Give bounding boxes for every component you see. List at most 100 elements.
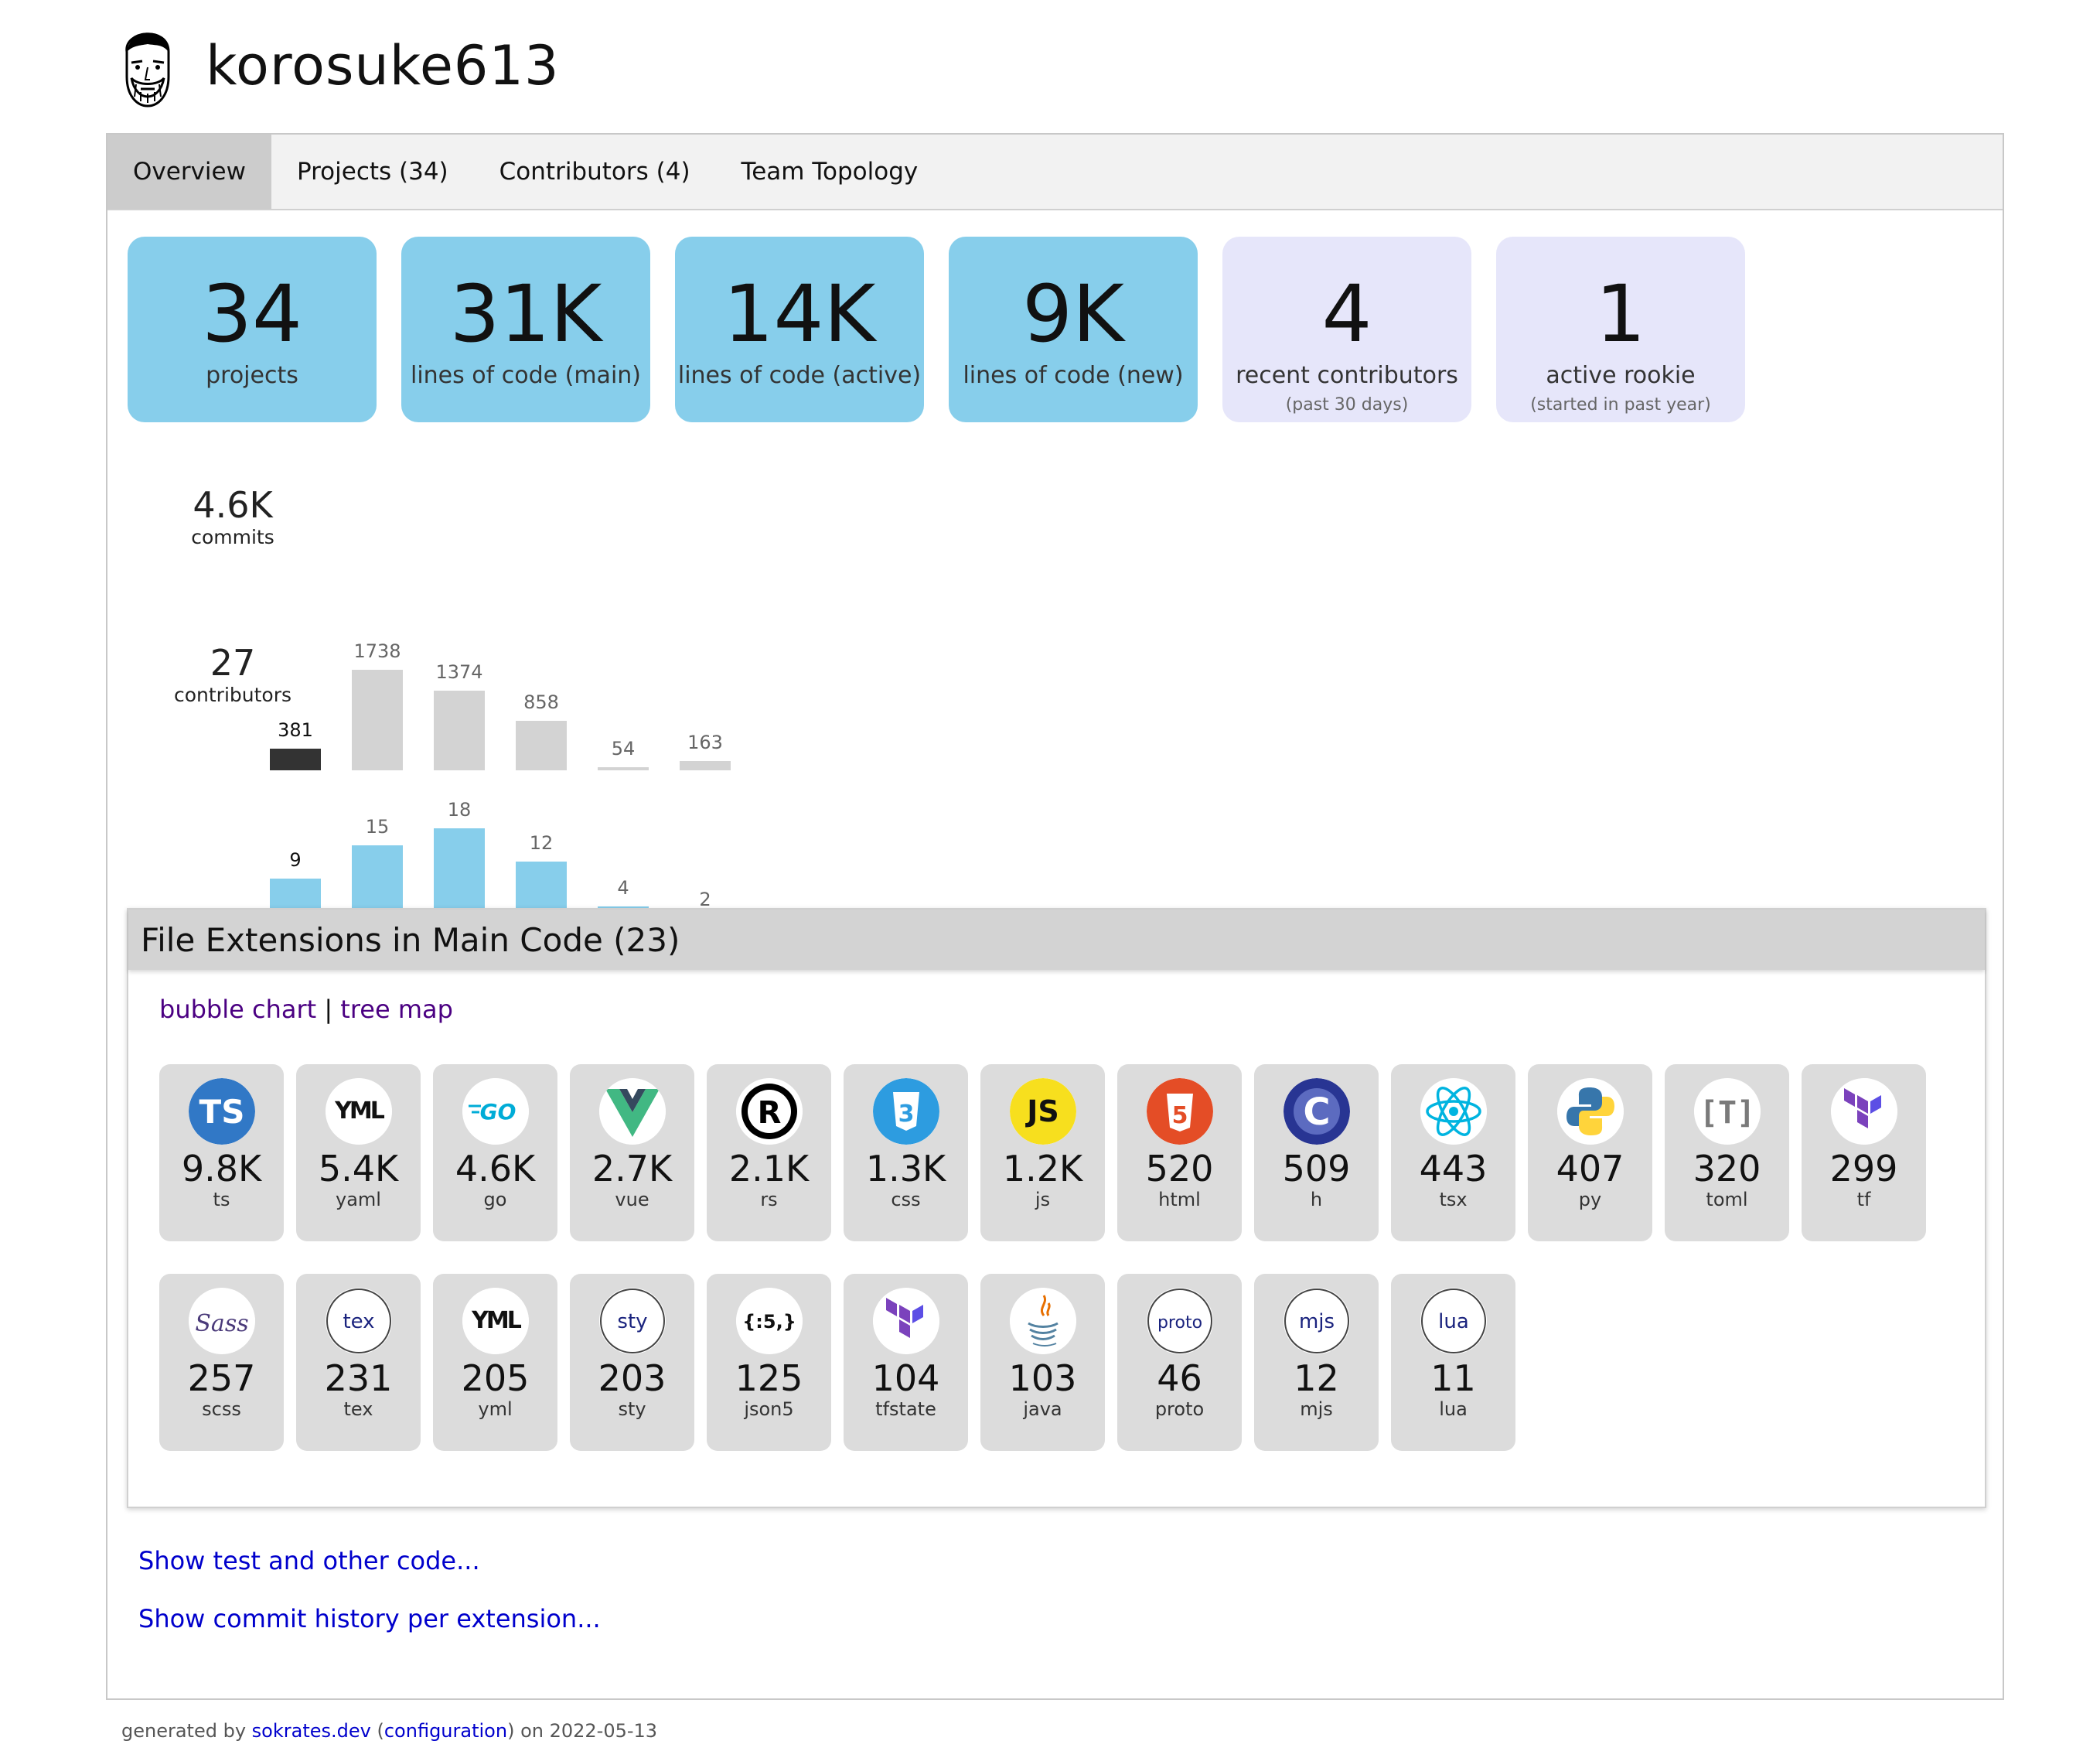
- extension-name: rs: [760, 1188, 778, 1210]
- extension-name: tf: [1856, 1188, 1871, 1210]
- extension-card-html[interactable]: 5 520 html: [1117, 1064, 1242, 1241]
- extension-card-toml[interactable]: [T] 320 toml: [1665, 1064, 1789, 1241]
- tree-map-link[interactable]: tree map: [340, 995, 453, 1024]
- tab-projects[interactable]: Projects (34): [271, 135, 474, 209]
- show-test-code-link[interactable]: Show test and other code...: [138, 1546, 480, 1575]
- extension-count: 231: [324, 1357, 393, 1399]
- commit-value-label: 858: [523, 691, 559, 713]
- tab-team-topology[interactable]: Team Topology: [716, 135, 944, 209]
- extension-count: 443: [1419, 1148, 1488, 1190]
- extension-card-ts[interactable]: TS 9.8K ts: [159, 1064, 284, 1241]
- commit-value-label: 1374: [435, 661, 483, 684]
- proto-icon: proto: [1146, 1288, 1213, 1354]
- avatar: [125, 32, 170, 108]
- sokrates-link[interactable]: sokrates.dev: [252, 1720, 371, 1742]
- commit-value-label: 54: [611, 737, 636, 759]
- extension-card-lua[interactable]: lua 11 lua: [1391, 1274, 1515, 1451]
- extension-name: js: [1035, 1188, 1051, 1210]
- stat-value: 31K: [449, 268, 602, 360]
- extension-count: 257: [187, 1357, 256, 1399]
- sass-icon: Sass: [188, 1288, 255, 1354]
- commit-value-label: 381: [278, 719, 313, 741]
- svg-text:YML: YML: [334, 1097, 385, 1125]
- extension-name: tfstate: [875, 1398, 936, 1420]
- extension-card-go[interactable]: GO 4.6K go: [433, 1064, 557, 1241]
- extension-name: css: [891, 1188, 921, 1210]
- extension-name: json5: [744, 1398, 794, 1420]
- contributors-value-label: 12: [529, 832, 554, 855]
- terraform-icon: [872, 1288, 939, 1354]
- extension-count: 46: [1157, 1357, 1202, 1399]
- extension-card-yml[interactable]: YML 205 yml: [433, 1274, 557, 1451]
- contributors-label: contributors: [173, 684, 292, 706]
- css3-icon: 3: [872, 1078, 939, 1145]
- extension-card-tex[interactable]: tex 231 tex: [296, 1274, 421, 1451]
- stat-label: projects: [206, 362, 298, 389]
- extension-count: 1.2K: [1002, 1148, 1083, 1190]
- svg-text:5: 5: [1171, 1102, 1188, 1129]
- java-icon: [1009, 1288, 1076, 1354]
- extension-name: h: [1310, 1188, 1323, 1210]
- extension-count: 103: [1008, 1357, 1077, 1399]
- stat-sublabel: (past 30 days): [1285, 395, 1409, 415]
- extension-name: vue: [615, 1188, 649, 1210]
- contributors-total: 27: [210, 642, 256, 684]
- rust-icon: R: [735, 1078, 803, 1145]
- configuration-link[interactable]: configuration: [384, 1720, 507, 1742]
- show-commit-history-link[interactable]: Show commit history per extension...: [138, 1604, 601, 1633]
- extension-count: 407: [1556, 1148, 1624, 1190]
- svg-text:sty: sty: [617, 1310, 647, 1333]
- view-links: bubble chart | tree map: [159, 995, 453, 1024]
- footer: generated by sokrates.dev (configuration…: [121, 1720, 657, 1742]
- tab-overview[interactable]: Overview: [107, 135, 271, 209]
- extension-count: 1.3K: [865, 1148, 946, 1190]
- extension-card-scss[interactable]: Sass 257 scss: [159, 1274, 284, 1451]
- stat-label: lines of code (active): [677, 362, 922, 389]
- extension-card-sty[interactable]: sty 203 sty: [570, 1274, 694, 1451]
- c-language-icon: C: [1283, 1078, 1350, 1145]
- page: korosuke613 Overview Projects (34) Contr…: [0, 0, 2100, 1751]
- extension-card-rs[interactable]: R 2.1K rs: [707, 1064, 831, 1241]
- header: korosuke613: [118, 20, 560, 111]
- html5-icon: 5: [1146, 1078, 1213, 1145]
- extension-card-tsx[interactable]: 443 tsx: [1391, 1064, 1515, 1241]
- extension-card-css[interactable]: 3 1.3K css: [844, 1064, 968, 1241]
- javascript-icon: JS: [1009, 1078, 1076, 1145]
- tex-icon: tex: [325, 1288, 392, 1354]
- extension-card-js[interactable]: JS 1.2K js: [980, 1064, 1105, 1241]
- file-extensions-panel: File Extensions in Main Code (23) bubble…: [127, 908, 1986, 1508]
- extension-card-mjs[interactable]: mjs 12 mjs: [1254, 1274, 1379, 1451]
- svg-text:proto: proto: [1157, 1313, 1202, 1333]
- extension-name: scss: [202, 1398, 241, 1420]
- extension-card-tf[interactable]: 299 tf: [1802, 1064, 1926, 1241]
- panel-title: File Extensions in Main Code (23): [128, 910, 1985, 970]
- extension-count: 299: [1829, 1148, 1898, 1190]
- extension-card-json5[interactable]: {:5,} 125 json5: [707, 1274, 831, 1451]
- extension-card-vue[interactable]: 2.7K vue: [570, 1064, 694, 1241]
- extension-count: 125: [735, 1357, 803, 1399]
- svg-text:Sass: Sass: [195, 1310, 248, 1337]
- extension-count: 9.8K: [181, 1148, 262, 1190]
- svg-text:JS: JS: [1024, 1094, 1059, 1128]
- extension-card-proto[interactable]: proto 46 proto: [1117, 1274, 1242, 1451]
- extension-name: toml: [1706, 1188, 1748, 1210]
- extension-card-yaml[interactable]: YML 5.4K yaml: [296, 1064, 421, 1241]
- svg-text:3: 3: [898, 1101, 914, 1128]
- extension-name: py: [1578, 1188, 1602, 1210]
- extension-card-py[interactable]: 407 py: [1528, 1064, 1652, 1241]
- svg-text:R: R: [757, 1095, 781, 1131]
- extension-card-h[interactable]: C 509 h: [1254, 1064, 1379, 1241]
- bubble-chart-link[interactable]: bubble chart: [159, 995, 316, 1024]
- extension-count: 104: [871, 1357, 940, 1399]
- svg-text:{:5,}: {:5,}: [742, 1311, 796, 1333]
- tab-contributors[interactable]: Contributors (4): [474, 135, 716, 209]
- typescript-icon: TS: [188, 1078, 255, 1145]
- extension-card-java[interactable]: 103 java: [980, 1274, 1105, 1451]
- extension-name: html: [1158, 1188, 1201, 1210]
- commit-value-label: 163: [687, 731, 723, 753]
- extension-card-tfstate[interactable]: 104 tfstate: [844, 1274, 968, 1451]
- commit-bar: [516, 720, 567, 770]
- extension-count: 205: [461, 1357, 530, 1399]
- extension-count: 203: [598, 1357, 666, 1399]
- stat-active-rookie: 1 active rookie (started in past year): [1496, 237, 1745, 422]
